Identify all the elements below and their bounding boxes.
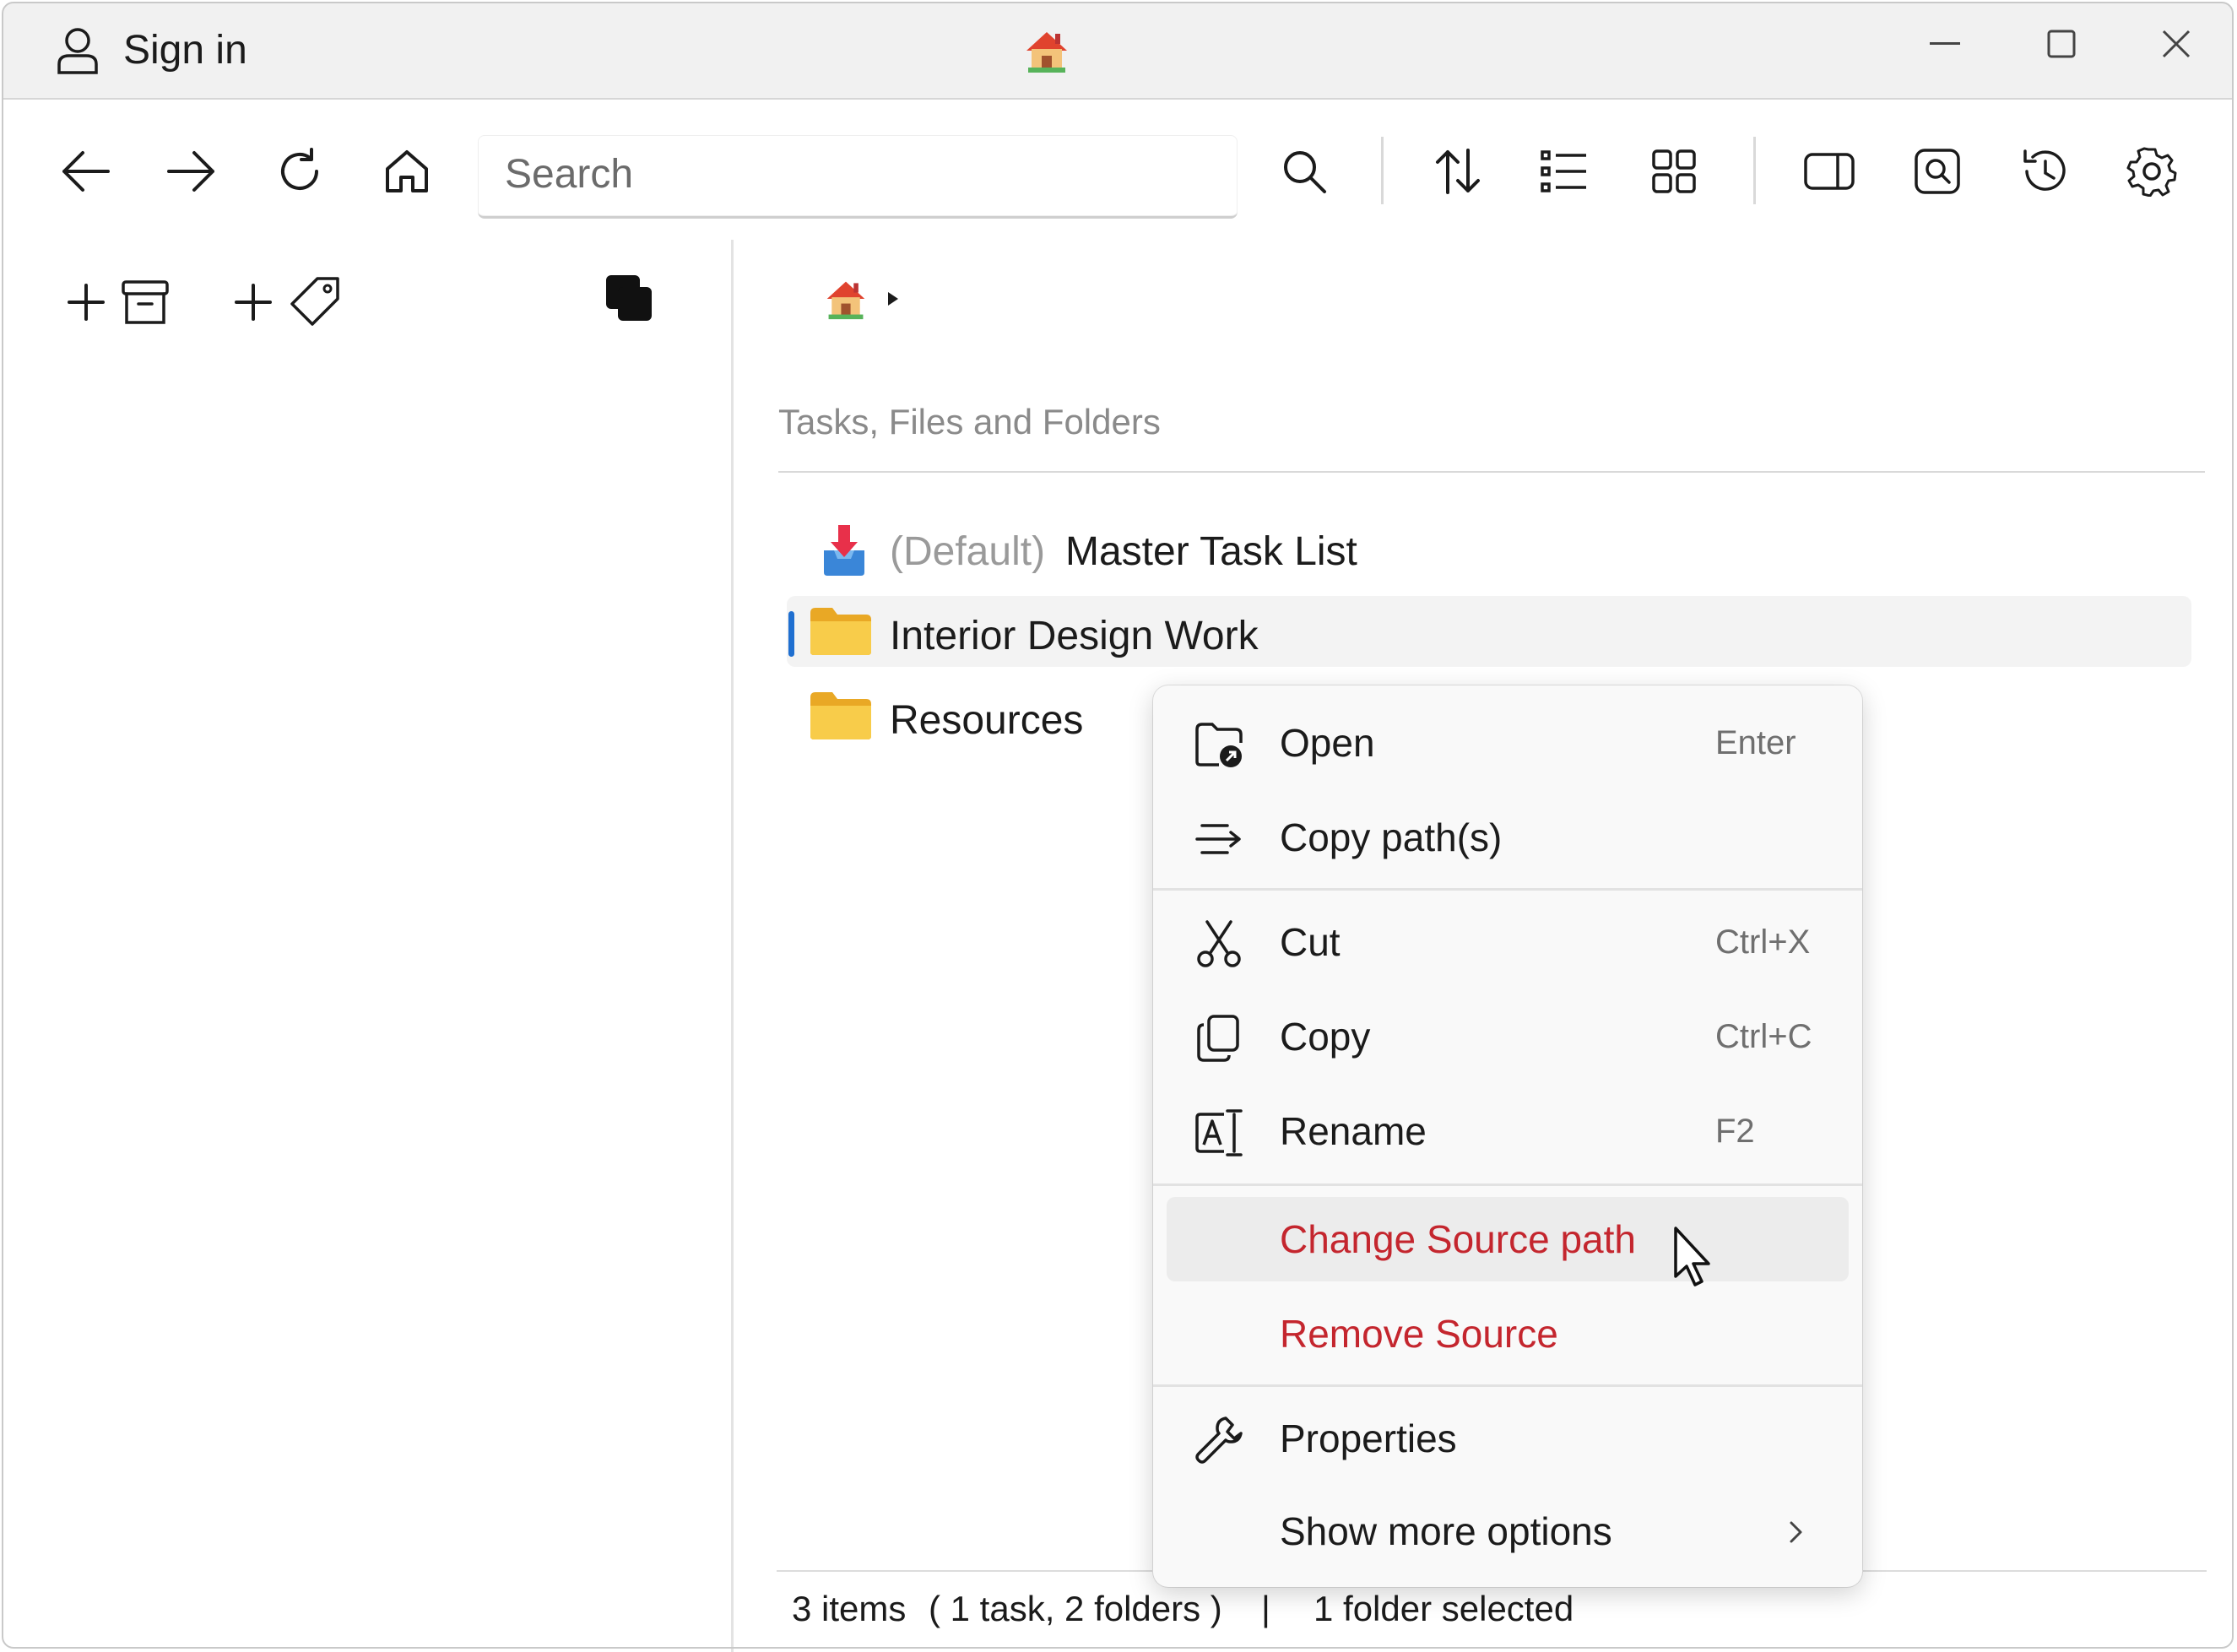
menu-separator	[1153, 888, 1862, 891]
user-icon[interactable]	[54, 25, 101, 76]
preview-pane-button[interactable]	[1791, 133, 1867, 209]
menu-item-open[interactable]: Open Enter	[1153, 701, 1862, 785]
sign-in-label[interactable]: Sign in	[123, 27, 247, 73]
back-button[interactable]	[47, 133, 123, 209]
toolbar-divider	[1381, 137, 1384, 204]
section-divider	[778, 471, 2205, 473]
close-button[interactable]	[2126, 2, 2227, 86]
history-icon	[2018, 146, 2069, 197]
inbox-download-icon	[819, 523, 869, 577]
search-folder-button[interactable]	[1899, 133, 1975, 209]
forward-button[interactable]	[154, 133, 230, 209]
menu-label: Change Source path	[1280, 1217, 1636, 1261]
rename-icon	[1194, 1108, 1244, 1158]
menu-shortcut: Ctrl+C	[1715, 1018, 1812, 1055]
section-label: Tasks, Files and Folders	[778, 402, 1161, 441]
folder-icon	[809, 606, 873, 657]
menu-label: Properties	[1280, 1416, 1457, 1460]
grid-view-icon	[1651, 149, 1697, 194]
back-arrow-icon	[59, 150, 111, 192]
search-input[interactable]	[503, 135, 1165, 213]
menu-item-change-source-path[interactable]: Change Source path	[1153, 1197, 1862, 1281]
menu-label: Rename	[1280, 1109, 1427, 1153]
minimize-icon	[1930, 42, 1960, 46]
context-menu: Open Enter Copy path(s) Cut Ctrl+X Copy …	[1153, 685, 1862, 1587]
add-tag-icon[interactable]	[289, 275, 341, 328]
sort-icon	[1433, 147, 1483, 196]
list-view-icon	[1541, 149, 1588, 194]
copy-path-icon	[1194, 814, 1244, 864]
menu-label: Open	[1280, 721, 1375, 765]
scissors-icon	[1194, 918, 1244, 969]
breadcrumb-chevron-icon[interactable]	[886, 290, 900, 307]
window-frame	[2, 2, 2234, 1649]
list-item-master-task-list[interactable]: Master Task List	[1065, 528, 1357, 575]
close-icon	[2161, 29, 2191, 59]
pane-divider	[731, 240, 734, 1652]
chevron-right-icon	[1788, 1519, 1805, 1545]
wrench-icon	[1194, 1415, 1244, 1465]
menu-label: Show more options	[1280, 1509, 1612, 1553]
list-item-resources[interactable]: Resources	[890, 697, 1083, 744]
settings-button[interactable]	[2114, 133, 2190, 209]
home-icon	[382, 147, 431, 196]
status-selection: 1 folder selected	[1313, 1589, 1574, 1628]
preview-pane-icon	[1804, 153, 1855, 190]
search-icon	[1281, 148, 1328, 195]
minimize-button[interactable]	[1894, 2, 1996, 86]
default-prefix: (Default)	[890, 529, 1046, 574]
menu-separator	[1153, 1384, 1862, 1387]
toolbar-divider	[1753, 137, 1756, 204]
folder-icon	[809, 691, 873, 741]
status-items-count: 3 items	[792, 1589, 907, 1628]
house-emoji-icon	[1023, 27, 1070, 74]
forward-arrow-icon	[165, 150, 218, 192]
refresh-icon	[274, 146, 325, 197]
breadcrumb-home-icon[interactable]	[822, 277, 869, 321]
search-box[interactable]	[478, 135, 1238, 219]
refresh-button[interactable]	[262, 133, 338, 209]
add-tag-button[interactable]	[228, 277, 279, 328]
copy-stack-icon[interactable]	[604, 274, 655, 324]
menu-item-properties[interactable]: Properties	[1153, 1396, 1862, 1481]
status-breakdown: ( 1 task, 2 folders )	[929, 1589, 1222, 1628]
menu-shortcut: Ctrl+X	[1715, 923, 1811, 961]
menu-item-remove-source[interactable]: Remove Source	[1153, 1292, 1862, 1376]
add-archive-icon[interactable]	[120, 277, 171, 328]
maximize-button[interactable]	[2011, 2, 2112, 86]
menu-label: Copy path(s)	[1280, 815, 1503, 859]
menu-item-copy[interactable]: Copy Ctrl+C	[1153, 994, 1862, 1079]
history-button[interactable]	[2006, 133, 2082, 209]
selection-indicator	[788, 611, 794, 657]
list-item-interior-design-work[interactable]: Interior Design Work	[890, 613, 1259, 659]
status-separator: |	[1261, 1589, 1270, 1628]
menu-item-show-more-options[interactable]: Show more options	[1153, 1489, 1862, 1573]
mouse-cursor-icon	[1673, 1226, 1714, 1290]
settings-icon	[2126, 146, 2177, 197]
menu-label: Remove Source	[1280, 1312, 1558, 1356]
menu-shortcut: F2	[1715, 1113, 1755, 1150]
copy-icon	[1194, 1013, 1244, 1064]
maximize-icon	[2047, 30, 2076, 58]
grid-view-button[interactable]	[1636, 133, 1712, 209]
menu-label: Copy	[1280, 1015, 1371, 1059]
menu-label: Cut	[1280, 920, 1341, 964]
open-folder-icon	[1194, 719, 1244, 770]
home-button[interactable]	[369, 133, 445, 209]
menu-item-rename[interactable]: Rename F2	[1153, 1089, 1862, 1173]
menu-item-copy-paths[interactable]: Copy path(s)	[1153, 795, 1862, 880]
search-button[interactable]	[1266, 133, 1342, 209]
add-archive-button[interactable]	[61, 277, 111, 328]
menu-separator	[1153, 1183, 1862, 1186]
search-folder-icon	[1914, 148, 1961, 195]
list-view-button[interactable]	[1526, 133, 1602, 209]
sort-button[interactable]	[1420, 133, 1496, 209]
menu-item-cut[interactable]: Cut Ctrl+X	[1153, 900, 1862, 984]
menu-shortcut: Enter	[1715, 724, 1796, 761]
